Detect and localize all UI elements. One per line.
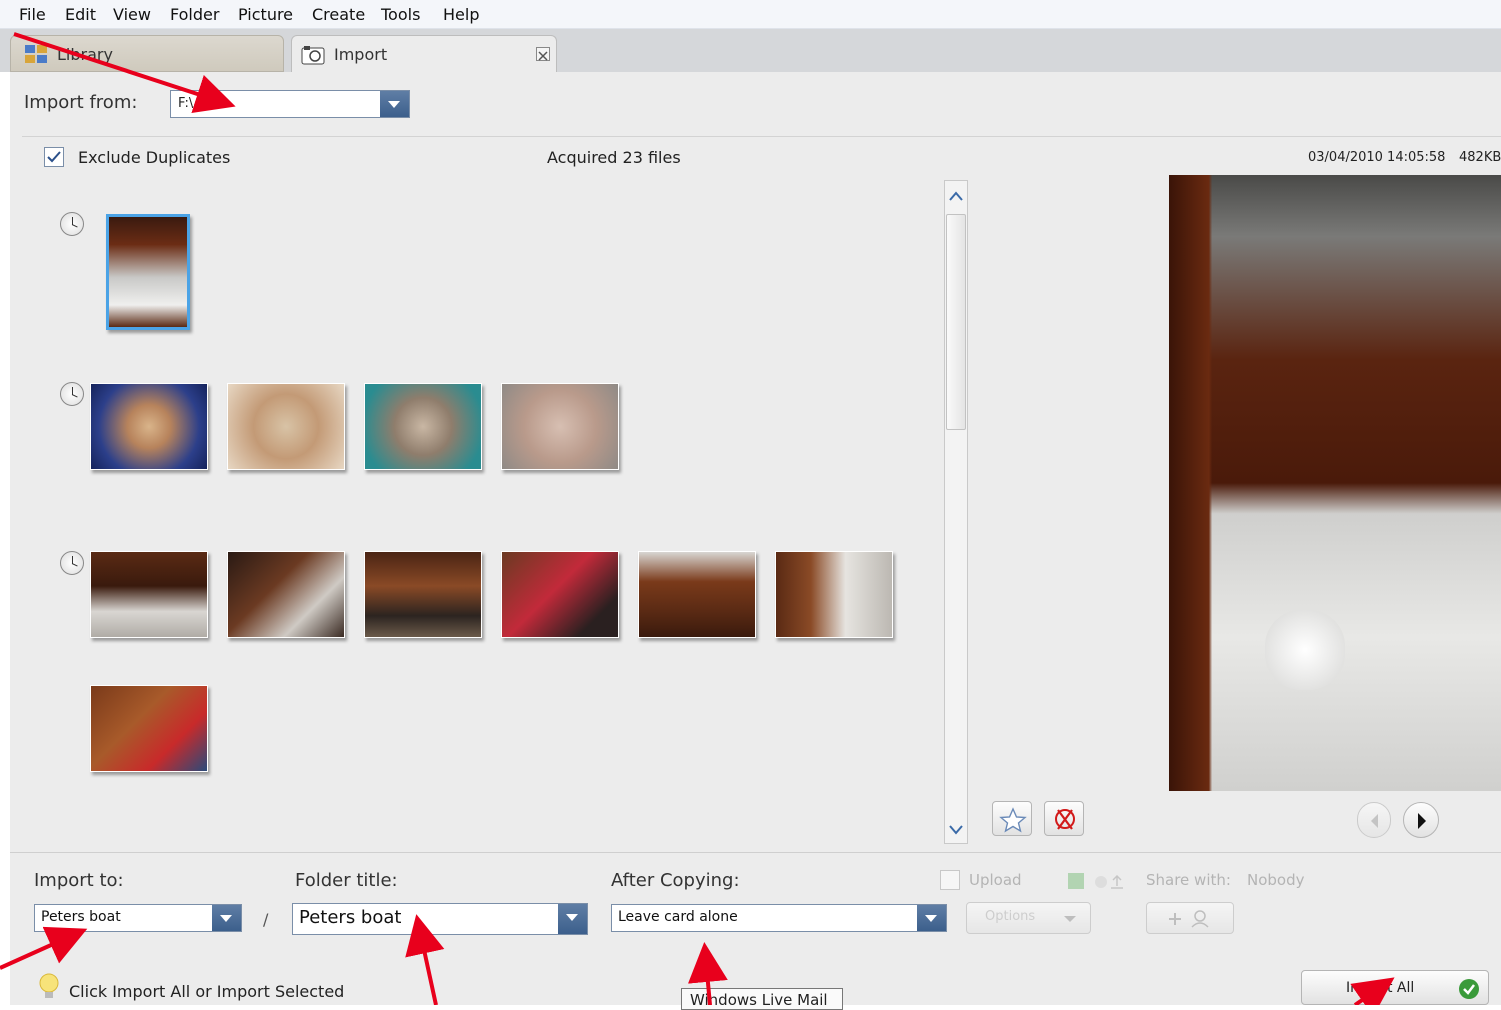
annotation-arrow [0, 926, 88, 970]
annotation-arrow [687, 942, 728, 1005]
annotation-arrows [0, 32, 1395, 1005]
annotation-arrow [13, 32, 236, 114]
annotation-arrow [1350, 977, 1395, 1005]
annotation-arrow [405, 914, 445, 1005]
